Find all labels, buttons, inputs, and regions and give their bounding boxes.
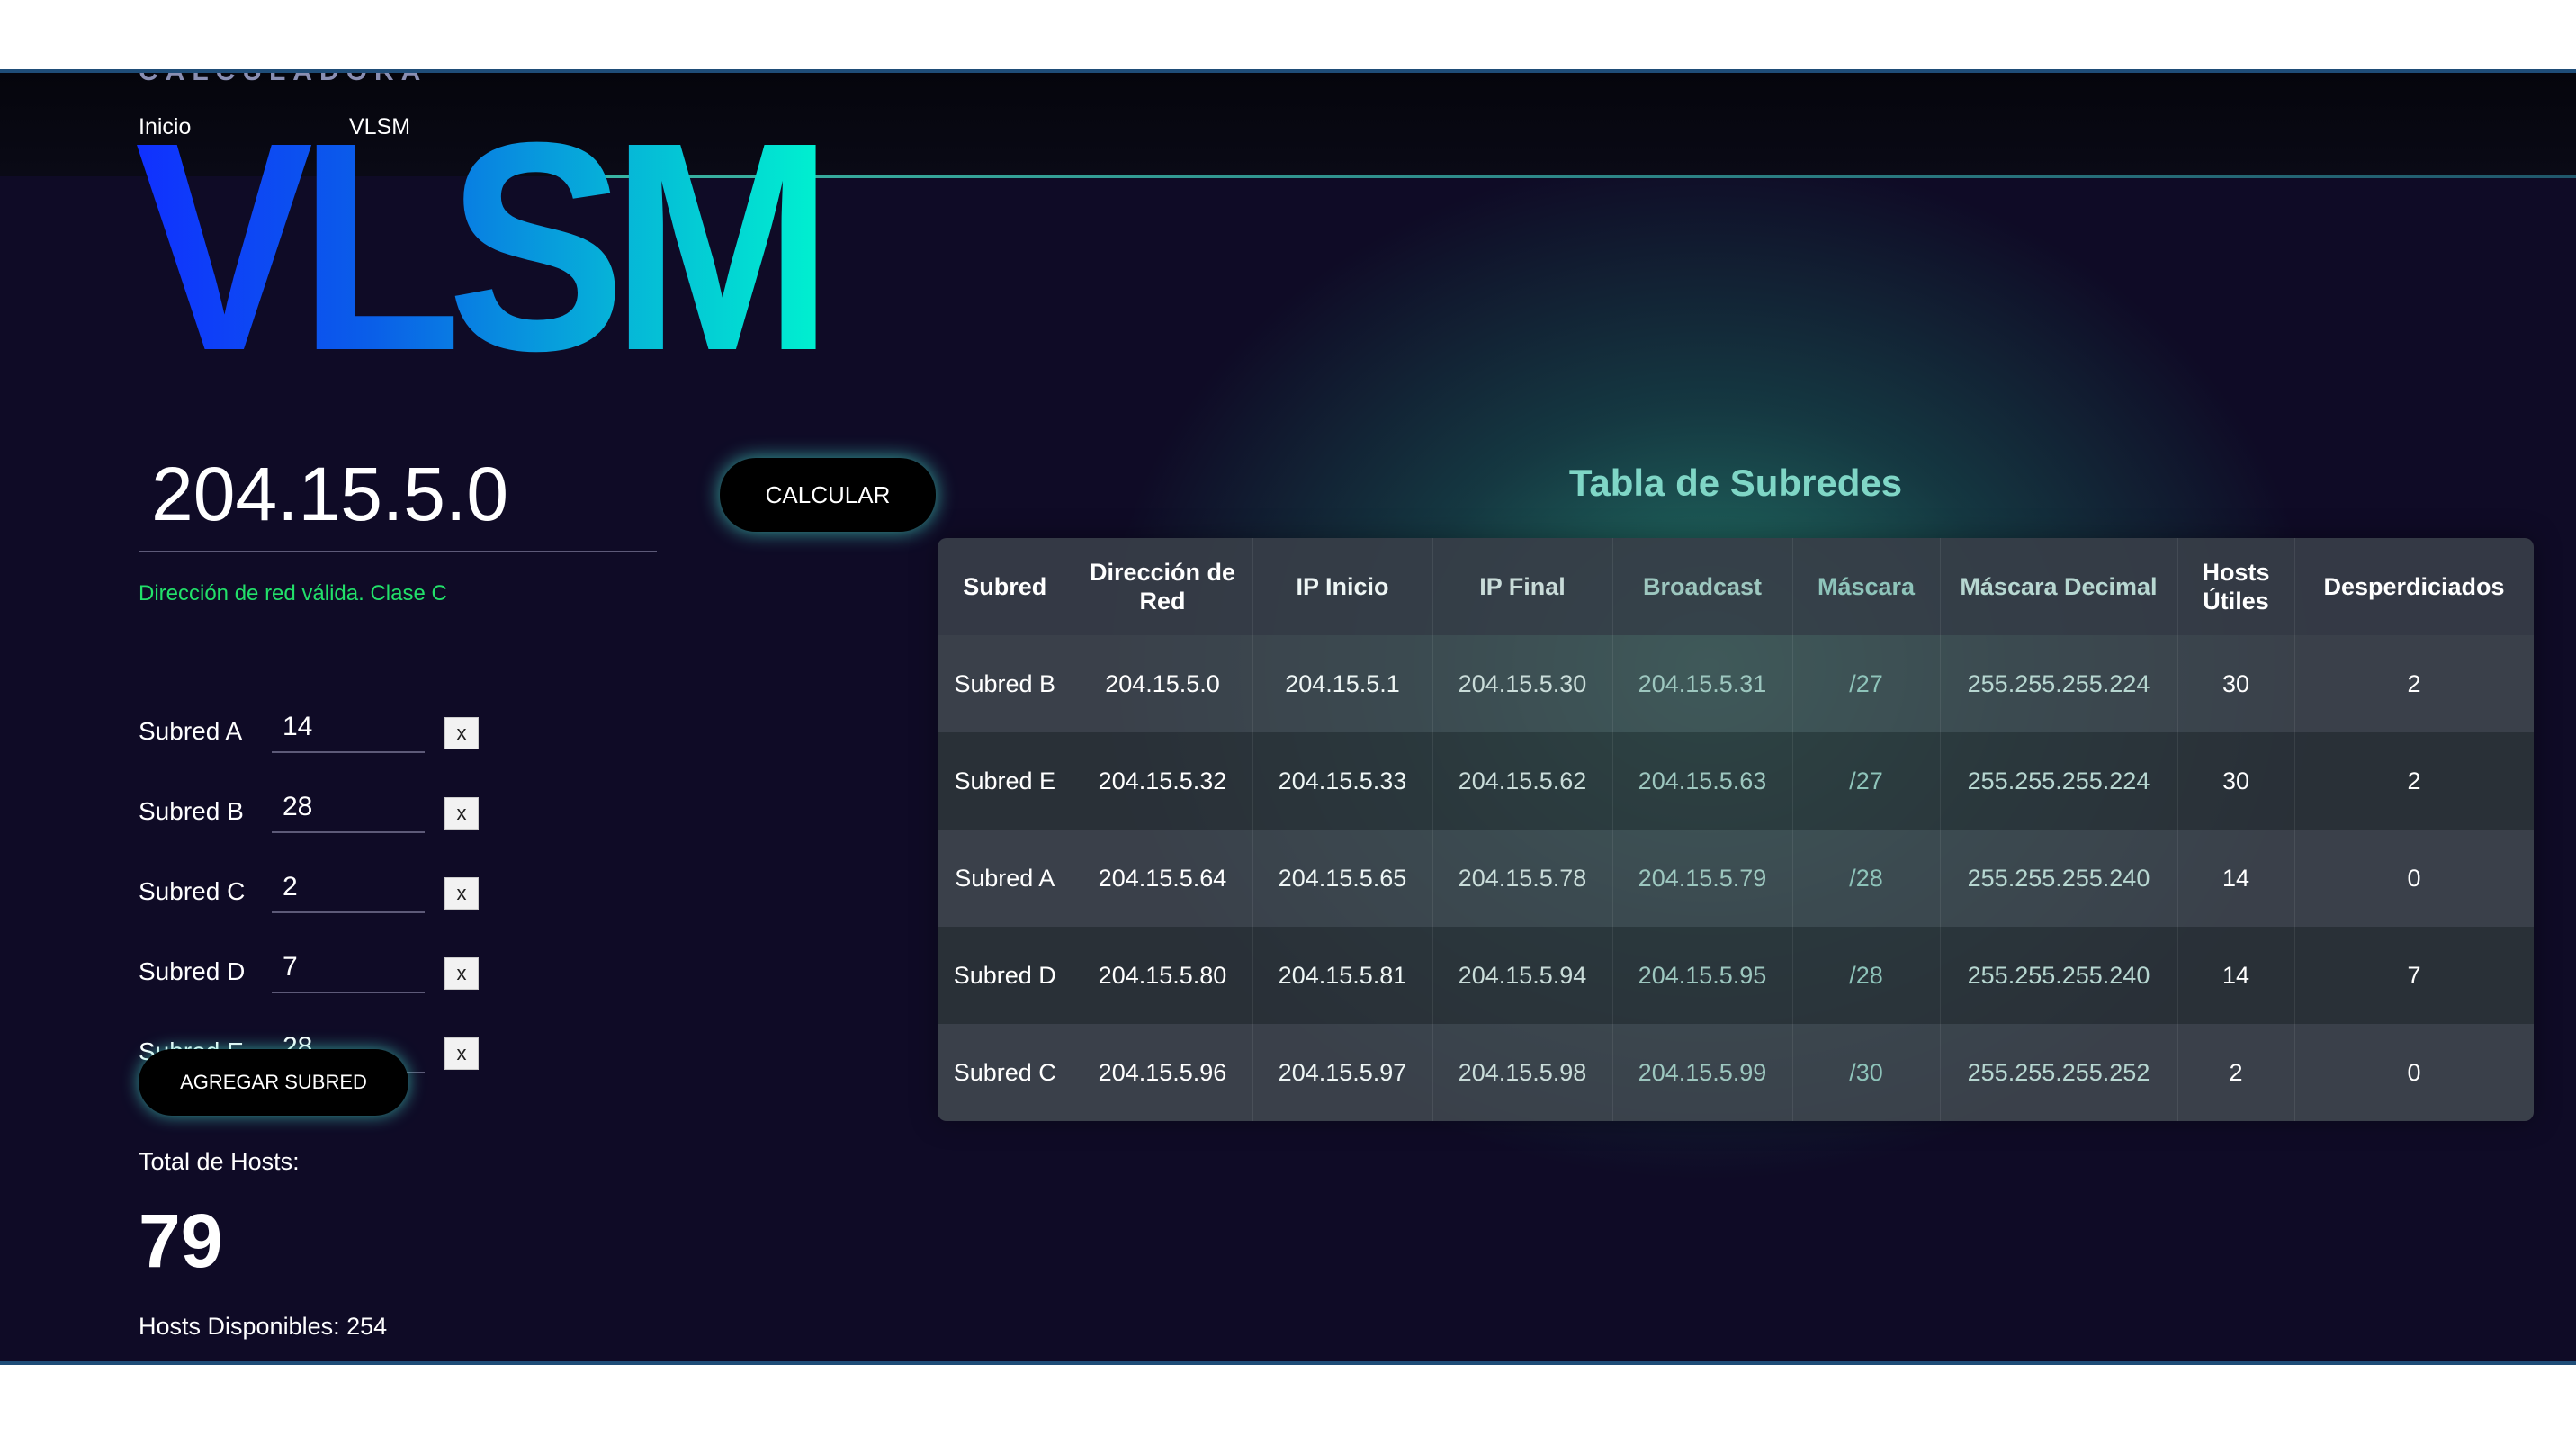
calculate-button[interactable]: CALCULAR	[720, 458, 936, 532]
table-cell: /30	[1792, 1024, 1941, 1121]
table-row: Subred B 204.15.5.0 204.15.5.1 204.15.5.30 2…	[938, 635, 2534, 732]
column-header-desperdiciados: Desperdiciados	[2294, 538, 2534, 635]
subnet-row: Subred C x	[139, 863, 498, 926]
table-cell: 204.15.5.1	[1252, 635, 1433, 732]
navbar-accent-line	[594, 175, 2576, 178]
subnet-row: Subred B x	[139, 783, 498, 846]
network-ip-input[interactable]: 204.15.5.0	[151, 451, 508, 538]
table-cell: 2	[2294, 732, 2534, 830]
table-cell: Subred C	[938, 1024, 1073, 1121]
table-cell: 255.255.255.240	[1940, 830, 2178, 927]
table-cell: 204.15.5.64	[1073, 830, 1253, 927]
add-subnet-button[interactable]: AGREGAR SUBRED	[139, 1049, 408, 1116]
table-cell: 204.15.5.33	[1252, 732, 1433, 830]
subnet-label: Subred A	[139, 717, 243, 745]
table-cell: /27	[1792, 635, 1941, 732]
remove-subnet-button[interactable]: x	[444, 957, 479, 990]
table-row: Subred E 204.15.5.32 204.15.5.33 204.15.5.6…	[938, 732, 2534, 830]
table-title: Tabla de Subredes	[1568, 462, 1903, 504]
table-cell: 204.15.5.30	[1432, 635, 1613, 732]
table-cell: 204.15.5.78	[1432, 830, 1613, 927]
table-cell: 204.15.5.32	[1073, 732, 1253, 830]
table-cell: 204.15.5.63	[1612, 732, 1793, 830]
total-hosts-label: Total de Hosts:	[139, 1148, 300, 1175]
network-ip-underline	[139, 551, 657, 552]
subnet-row: Subred D x	[139, 943, 498, 1006]
subnet-label: Subred B	[139, 797, 244, 825]
subnet-label: Subred D	[139, 957, 246, 985]
column-header-direccion: Dirección de Red	[1073, 538, 1253, 635]
remove-subnet-button[interactable]: x	[444, 797, 479, 830]
table-cell: 204.15.5.99	[1612, 1024, 1793, 1121]
table-cell: 204.15.5.65	[1252, 830, 1433, 927]
table-cell: 204.15.5.31	[1612, 635, 1793, 732]
total-hosts-value: 79	[139, 1198, 223, 1283]
table-cell: 30	[2177, 732, 2295, 830]
app-window: CALCULADORA Inicio VLSM VLSM 204.15.5.0 …	[0, 69, 2576, 1365]
table-cell: /27	[1792, 732, 1941, 830]
table-body: Subred B 204.15.5.0 204.15.5.1 204.15.5.30 2…	[938, 635, 2534, 1121]
table-cell: 2	[2294, 635, 2534, 732]
column-header-ip-inicio: IP Inicio	[1252, 538, 1433, 635]
column-header-mascara-decimal: Máscara Decimal	[1940, 538, 2178, 635]
table-cell: 204.15.5.94	[1432, 927, 1613, 1024]
table-cell: 2	[2177, 1024, 2295, 1121]
nav-link-vlsm[interactable]: VLSM	[349, 114, 410, 140]
validation-message: Dirección de red válida. Clase C	[139, 581, 447, 606]
table-cell: Subred A	[938, 830, 1073, 927]
table-row: Subred C 204.15.5.96 204.15.5.97 204.15.5.9…	[938, 1024, 2534, 1121]
column-header-broadcast: Broadcast	[1612, 538, 1793, 635]
table-cell: 7	[2294, 927, 2534, 1024]
subnet-label: Subred C	[139, 877, 246, 905]
subnet-hosts-input[interactable]	[272, 943, 425, 993]
table-cell: 204.15.5.96	[1073, 1024, 1253, 1121]
table-cell: 204.15.5.81	[1252, 927, 1433, 1024]
table-cell: 255.255.255.224	[1940, 732, 2178, 830]
remove-subnet-button[interactable]: x	[444, 717, 479, 749]
table-cell: 204.15.5.62	[1432, 732, 1613, 830]
column-header-mascara: Máscara	[1792, 538, 1941, 635]
vlsm-logo: VLSM	[135, 80, 833, 412]
table-cell: Subred E	[938, 732, 1073, 830]
table-cell: /28	[1792, 927, 1941, 1024]
table-cell: 204.15.5.95	[1612, 927, 1793, 1024]
table-cell: Subred B	[938, 635, 1073, 732]
table-cell: 14	[2177, 927, 2295, 1024]
table-cell: 30	[2177, 635, 2295, 732]
table-cell: 204.15.5.0	[1073, 635, 1253, 732]
remove-subnet-button[interactable]: x	[444, 877, 479, 910]
table-cell: 255.255.255.224	[1940, 635, 2178, 732]
subnet-table: Subred Dirección de Red IP Inicio IP Fin…	[938, 538, 2534, 1121]
table-cell: 255.255.255.240	[1940, 927, 2178, 1024]
subnet-hosts-input[interactable]	[272, 783, 425, 833]
column-header-ip-final: IP Final	[1432, 538, 1613, 635]
table-cell: 14	[2177, 830, 2295, 927]
available-hosts-label: Hosts Disponibles: 254	[139, 1313, 388, 1340]
table-cell: 204.15.5.80	[1073, 927, 1253, 1024]
column-header-subred: Subred	[938, 538, 1073, 635]
remove-subnet-button[interactable]: x	[444, 1037, 479, 1070]
table-row: Subred D 204.15.5.80 204.15.5.81 204.15.5.9…	[938, 927, 2534, 1024]
subnet-hosts-input[interactable]	[272, 863, 425, 913]
table-cell: 0	[2294, 830, 2534, 927]
table-header-row: Subred Dirección de Red IP Inicio IP Fin…	[938, 538, 2534, 635]
table-cell: 204.15.5.98	[1432, 1024, 1613, 1121]
table-cell: 255.255.255.252	[1940, 1024, 2178, 1121]
table-row: Subred A 204.15.5.64 204.15.5.65 204.15.5.7…	[938, 830, 2534, 927]
subnet-hosts-input[interactable]	[272, 703, 425, 753]
nav-link-inicio[interactable]: Inicio	[139, 114, 191, 140]
column-header-hosts-utiles: Hosts Útiles	[2177, 538, 2295, 635]
table-cell: Subred D	[938, 927, 1073, 1024]
table-cell: /28	[1792, 830, 1941, 927]
table-cell: 204.15.5.79	[1612, 830, 1793, 927]
subnet-row: Subred A x	[139, 703, 498, 766]
table-cell: 0	[2294, 1024, 2534, 1121]
table-cell: 204.15.5.97	[1252, 1024, 1433, 1121]
